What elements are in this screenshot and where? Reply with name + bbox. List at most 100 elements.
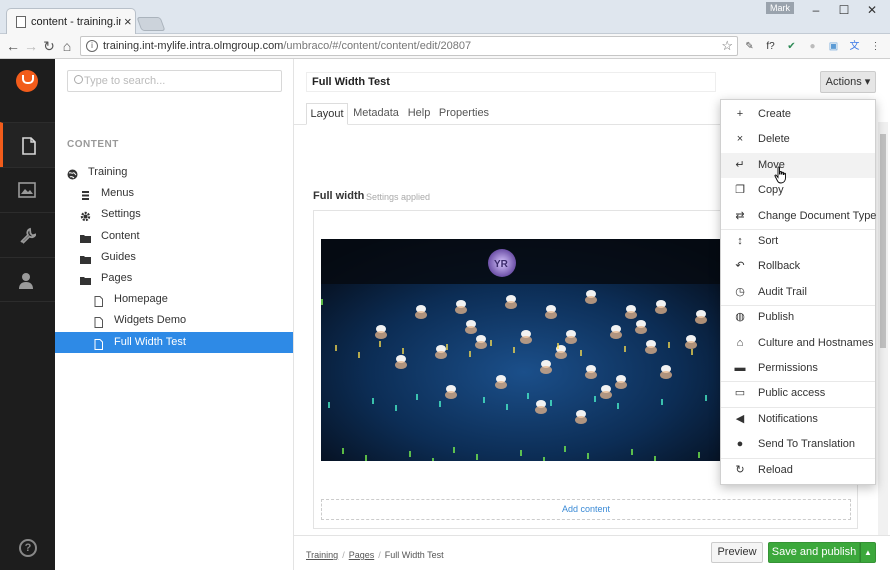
breadcrumb-link[interactable]: Pages: [349, 550, 375, 560]
save-and-publish-button[interactable]: Save and publish: [768, 542, 860, 563]
menu-item-label: Publish: [758, 311, 795, 324]
menu-item-label: Audit Trail: [758, 285, 807, 298]
url-text: training.int-mylife.intra.olmgroup.com/u…: [103, 40, 471, 52]
hand-cursor-icon: [774, 166, 786, 184]
preview-button[interactable]: Preview: [711, 542, 763, 563]
tree-node-label: Pages: [101, 272, 133, 284]
wrench-icon: [20, 227, 36, 244]
browser-profile-badge[interactable]: Mark: [766, 2, 794, 14]
editor-scrollbar[interactable]: [878, 122, 888, 535]
tree-node[interactable]: Guides: [55, 247, 293, 268]
menu-dots-icon[interactable]: ⋮: [868, 39, 883, 54]
menu-item-audit-trail[interactable]: ◷ Audit Trail: [721, 280, 875, 305]
copy-icon: ❐: [735, 184, 745, 197]
breadcrumb-current: Full Width Test: [384, 550, 444, 560]
menu-item-public-access[interactable]: ▭ Public access: [721, 381, 875, 406]
section-media[interactable]: [0, 167, 55, 212]
tab-metadata[interactable]: Metadata: [350, 103, 402, 125]
menu-item-sort[interactable]: ↕ Sort: [721, 229, 875, 254]
eyedropper-icon[interactable]: ✎: [742, 39, 757, 54]
tree-node-label: Widgets Demo: [114, 314, 187, 327]
menu-item-notifications[interactable]: ◀ Notifications: [721, 407, 875, 432]
bookmark-star-icon[interactable]: ☆: [721, 38, 733, 54]
node-name-field[interactable]: [306, 72, 716, 92]
formula-icon[interactable]: f?: [763, 39, 778, 54]
tree-node[interactable]: Menus: [55, 183, 293, 204]
info-icon[interactable]: i: [86, 40, 98, 52]
tab-layout[interactable]: Layout: [306, 103, 348, 125]
globe-icon: [67, 167, 78, 180]
tree-node[interactable]: Pages: [55, 268, 293, 289]
leaf-icon[interactable]: ✔: [784, 39, 799, 54]
menu-item-publish[interactable]: ◍ Publish: [721, 305, 875, 330]
menu-item-copy[interactable]: ❐ Copy: [721, 178, 875, 203]
window-maximize-button[interactable]: ☐: [834, 3, 854, 17]
menu-item-move[interactable]: ↵ Move: [721, 152, 875, 178]
window-minimize-button[interactable]: –: [806, 3, 826, 17]
forward-button[interactable]: →: [22, 37, 40, 55]
umbraco-logo[interactable]: [16, 70, 38, 92]
menu-item-label: Permissions: [758, 362, 818, 374]
back-button[interactable]: ←: [4, 37, 22, 55]
new-tab-button[interactable]: [136, 17, 166, 31]
tree-node[interactable]: Widgets Demo: [55, 310, 293, 331]
user-icon: [19, 273, 33, 289]
add-content-button[interactable]: Add content: [321, 499, 851, 520]
scrollbar-thumb[interactable]: [880, 134, 886, 348]
folder-icon: [80, 273, 91, 285]
window-close-button[interactable]: ✕: [862, 3, 882, 17]
menu-item-send-to-translation[interactable]: ● Send To Translation: [721, 432, 875, 457]
tree-search[interactable]: [67, 70, 282, 92]
circle-icon[interactable]: ●: [805, 39, 820, 54]
menu-item-label: Reload: [758, 463, 793, 476]
menu-item-permissions[interactable]: ▬ Permissions: [721, 356, 875, 381]
tab-properties[interactable]: Properties: [436, 103, 492, 125]
document-icon: [22, 137, 36, 155]
screenshot-icon[interactable]: ▣: [826, 39, 841, 54]
search-input[interactable]: [84, 73, 274, 89]
content-tree-panel: CONTENT Training Menus Settings Content Guid…: [55, 59, 294, 570]
lock-icon: ▬: [734, 362, 746, 374]
tree-node-label: Full Width Test: [114, 335, 186, 348]
section-content[interactable]: [0, 122, 55, 167]
reload-button[interactable]: ↻: [40, 37, 58, 55]
browser-tab[interactable]: content - training.int-myl ×: [6, 8, 136, 35]
section-settings[interactable]: [0, 212, 55, 257]
menu-item-rollback[interactable]: ↶ Rollback: [721, 254, 875, 279]
menu-item-reload[interactable]: ↻ Reload: [721, 458, 875, 483]
tree-node[interactable]: Settings: [55, 204, 293, 225]
translate-icon[interactable]: 文: [847, 39, 862, 54]
page-icon: [93, 315, 104, 329]
tab-help[interactable]: Help: [403, 103, 435, 125]
tree-node[interactable]: Full Width Test: [55, 331, 293, 353]
menu-item-delete[interactable]: × Delete: [721, 127, 875, 152]
tree-heading: CONTENT: [67, 139, 119, 150]
globe-icon: ◍: [735, 311, 745, 324]
menu-item-change-document-type[interactable]: ⇄ Change Document Type: [721, 204, 876, 229]
menu-item-label: Copy: [758, 184, 784, 197]
tree-node[interactable]: Training: [55, 162, 293, 183]
help-icon[interactable]: ?: [19, 539, 37, 557]
actions-menu: + Create × Delete ↵ Move ❐ Copy ⇄ Change Document…: [720, 99, 876, 485]
menu-item-culture-and-hostnames[interactable]: ⌂ Culture and Hostnames: [721, 331, 875, 356]
home-button[interactable]: ⌂: [58, 37, 76, 55]
tree-node-label: Guides: [101, 250, 136, 263]
content-image[interactable]: YR: [321, 239, 727, 461]
menu-item-label: Sort: [758, 235, 779, 247]
address-bar[interactable]: i training.int-mylife.intra.olmgroup.com…: [80, 36, 738, 56]
svg-text:YR: YR: [494, 259, 509, 270]
actions-button[interactable]: Actions ▾: [820, 71, 876, 93]
save-options-caret-icon[interactable]: ▲: [860, 542, 876, 563]
editor-footer: Training / Pages / Full Width Test Preview S…: [294, 535, 890, 570]
tree-node-label: Training: [88, 166, 128, 178]
tree-node[interactable]: Homepage: [55, 289, 293, 310]
gear-icon: [80, 209, 91, 222]
keyhole-icon: ▭: [734, 387, 746, 400]
tree-node[interactable]: Content: [55, 226, 293, 247]
tab-close-icon[interactable]: ×: [124, 14, 132, 29]
undo-icon: ↶: [735, 260, 745, 273]
section-users[interactable]: [0, 257, 55, 302]
breadcrumb-link[interactable]: Training: [306, 550, 338, 560]
menu-item-create[interactable]: + Create: [721, 102, 875, 127]
megaphone-icon: ◀: [735, 412, 745, 425]
